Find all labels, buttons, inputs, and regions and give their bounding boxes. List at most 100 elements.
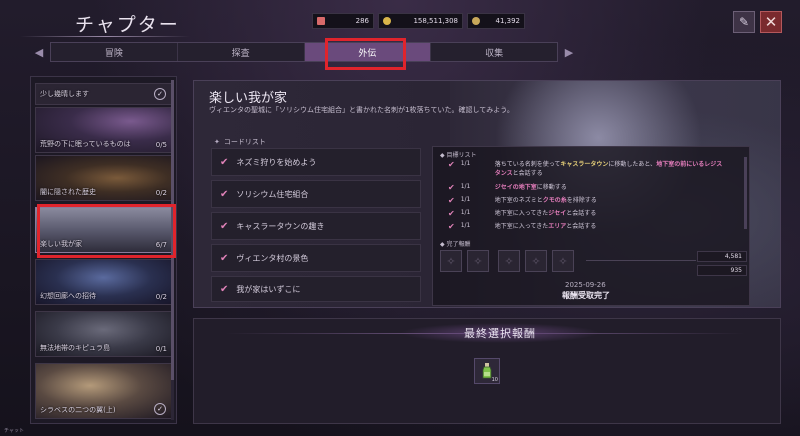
chapter-item-count: 0/2	[155, 189, 167, 197]
checkmark-icon: ✔	[448, 183, 455, 192]
reward-divider	[586, 260, 696, 261]
title-underline	[20, 36, 190, 37]
tab-highlight-box	[325, 38, 406, 70]
checkmark-icon: ✔	[220, 188, 229, 200]
guide-book-button[interactable]: ✎	[733, 11, 755, 33]
target-row: ✔ 1/1 地下室に入ってきたジセイと会話する	[448, 209, 725, 218]
diamond-icon: ✦	[214, 138, 220, 146]
target-text-part: に移動したあと、	[608, 161, 657, 168]
checkmark-icon: ✔	[448, 196, 455, 205]
currency-bar: 286 158,511,308 41,392	[312, 13, 525, 29]
target-list-header: ◆ 目標リスト	[440, 152, 477, 159]
chapter-item-count: 0/5	[155, 141, 167, 149]
highlight-target: ジセイの地下室	[494, 184, 537, 191]
highlight-target: ジセイ	[548, 210, 567, 217]
checkmark-icon: ✔	[220, 156, 229, 168]
tab-adventure[interactable]: 冒険	[51, 43, 178, 61]
target-text-part: を排除する	[566, 197, 597, 204]
currency-tickets: 286	[312, 13, 374, 29]
reward-slot[interactable]: ✧	[525, 250, 547, 272]
code-item[interactable]: ✔ ソリシウム住宅組合	[211, 180, 421, 208]
code-item[interactable]: ✔ 我が家はいずこに	[211, 276, 421, 302]
check-circle-icon: ✓	[154, 403, 166, 415]
target-text-part: 地下室に入ってきた	[494, 223, 549, 230]
code-list-header: ✦ コードリスト	[214, 138, 266, 146]
final-reward-item[interactable]: 10	[474, 358, 500, 384]
item-quantity: 10	[491, 377, 498, 383]
currency-gems: 41,392	[467, 13, 525, 29]
tab-strip: 冒険 探査 外伝 収集	[50, 42, 558, 62]
quest-description: ヴィエンタの聖城に「ソリシウム住宅組合」と書かれた名刺が1枚落ちていた。確認して…	[209, 106, 514, 114]
gold-coin-icon	[383, 17, 391, 25]
target-text-part: と会話する	[566, 223, 597, 230]
chevron-left-icon: ◀	[34, 45, 44, 59]
completion-status: 報酬受取完了	[562, 291, 610, 300]
code-item[interactable]: ✔ ヴィエンタ村の景色	[211, 244, 421, 272]
check-circle-icon: ✓	[154, 88, 166, 100]
gem-icon	[472, 17, 480, 25]
target-row: ✔ 1/1 ジセイの地下室に移動する	[448, 183, 725, 192]
chapter-item[interactable]: 荒野の下に眠っているものは 0/5	[35, 107, 172, 153]
checkmark-icon: ✔	[220, 220, 229, 232]
close-icon: ✕	[764, 13, 778, 31]
reward-slot[interactable]: ✧	[498, 250, 520, 272]
chapter-tabs: ◀ 冒険 探査 外伝 収集 ▶	[28, 41, 580, 63]
code-item[interactable]: ✔ ネズミ狩りを始めよう	[211, 148, 421, 176]
chapter-item-count: 0/1	[155, 345, 167, 353]
chapter-item-label: シラベスの二つの翼(上)	[40, 406, 116, 414]
close-button[interactable]: ✕	[760, 11, 782, 33]
chat-hint: チャット	[4, 428, 24, 434]
reward-amount-currency: 935	[697, 265, 747, 276]
chapter-item[interactable]: 闇に隠された歴史 0/2	[35, 155, 172, 201]
reward-slot[interactable]: ✧	[467, 250, 489, 272]
reward-item-icon: ✧	[446, 254, 456, 268]
chevron-right-icon: ▶	[564, 45, 574, 59]
chapter-highlight-box	[37, 204, 176, 258]
currency-gold: 158,511,308	[378, 13, 463, 29]
target-text: 地下室に入ってきたジセイと会話する	[495, 209, 725, 218]
reward-slot[interactable]: ✧	[552, 250, 574, 272]
completion-date: 2025-09-26	[565, 281, 606, 289]
target-list-scrollbar[interactable]	[744, 157, 747, 229]
reward-amount-exp: 4,581	[697, 251, 747, 262]
checkmark-icon: ✔	[448, 222, 455, 231]
checkmark-icon: ✔	[220, 283, 229, 295]
target-text-part: 地下室のネズミと	[494, 197, 543, 204]
quest-title: 楽しい我が家	[209, 91, 288, 106]
page-title: チャプター	[75, 14, 180, 36]
target-text-part: に移動する	[536, 184, 567, 191]
chapter-item-label: 無法地帯のキピュラ島	[40, 344, 110, 352]
target-text: 落ちている名刺を使ってキャスラータウンに移動したあと、地下室の前にいるレジスタン…	[495, 160, 725, 178]
checkmark-icon: ✔	[220, 252, 229, 264]
chapter-item-label: 闇に隠された歴史	[40, 188, 96, 196]
chapter-item[interactable]: 少し幾晴します ✓	[35, 83, 172, 105]
target-text-part: と会話する	[512, 170, 543, 177]
highlight-target: エリア	[548, 223, 567, 230]
target-text-part: と会話する	[566, 210, 597, 217]
completion-reward-header: ◆ 完了報酬	[440, 241, 471, 248]
chapter-item-label: 幻想回廊への招待	[40, 292, 96, 300]
target-text-part: 地下室に入ってきた	[494, 210, 549, 217]
target-text: 地下室に入ってきたエリアと会話する	[495, 222, 725, 231]
chapter-item-label: 荒野の下に眠っているものは	[40, 140, 131, 148]
reward-item-icon: ✧	[531, 254, 541, 268]
tab-collection[interactable]: 収集	[431, 43, 557, 61]
tab-next-arrow[interactable]: ▶	[558, 42, 580, 62]
target-text: ジセイの地下室に移動する	[495, 183, 725, 192]
chapter-item-label: 少し幾晴します	[40, 90, 89, 98]
checkmark-icon: ✔	[448, 209, 455, 218]
code-item[interactable]: ✔ キャスラータウンの趣き	[211, 212, 421, 240]
tab-prev-arrow[interactable]: ◀	[28, 42, 50, 62]
target-row: ✔ 1/1 落ちている名刺を使ってキャスラータウンに移動したあと、地下室の前にい…	[448, 160, 725, 178]
chapter-item[interactable]: 無法地帯のキピュラ島 0/1	[35, 311, 172, 357]
chapter-item[interactable]: 幻想回廊への招待 0/2	[35, 259, 172, 305]
final-reward-title: 最終選択報酬	[400, 323, 600, 343]
reward-item-icon: ✧	[504, 254, 514, 268]
reward-slot[interactable]: ✧	[440, 250, 462, 272]
reward-item-icon: ✧	[558, 254, 568, 268]
reward-item-icon: ✧	[473, 254, 483, 268]
tab-exploration[interactable]: 探査	[178, 43, 305, 61]
target-row: ✔ 1/1 地下室に入ってきたエリアと会話する	[448, 222, 725, 231]
target-row: ✔ 1/1 地下室のネズミとクモの糸を排除する	[448, 196, 725, 205]
chapter-item[interactable]: シラベスの二つの翼(上) ✓	[35, 363, 172, 419]
